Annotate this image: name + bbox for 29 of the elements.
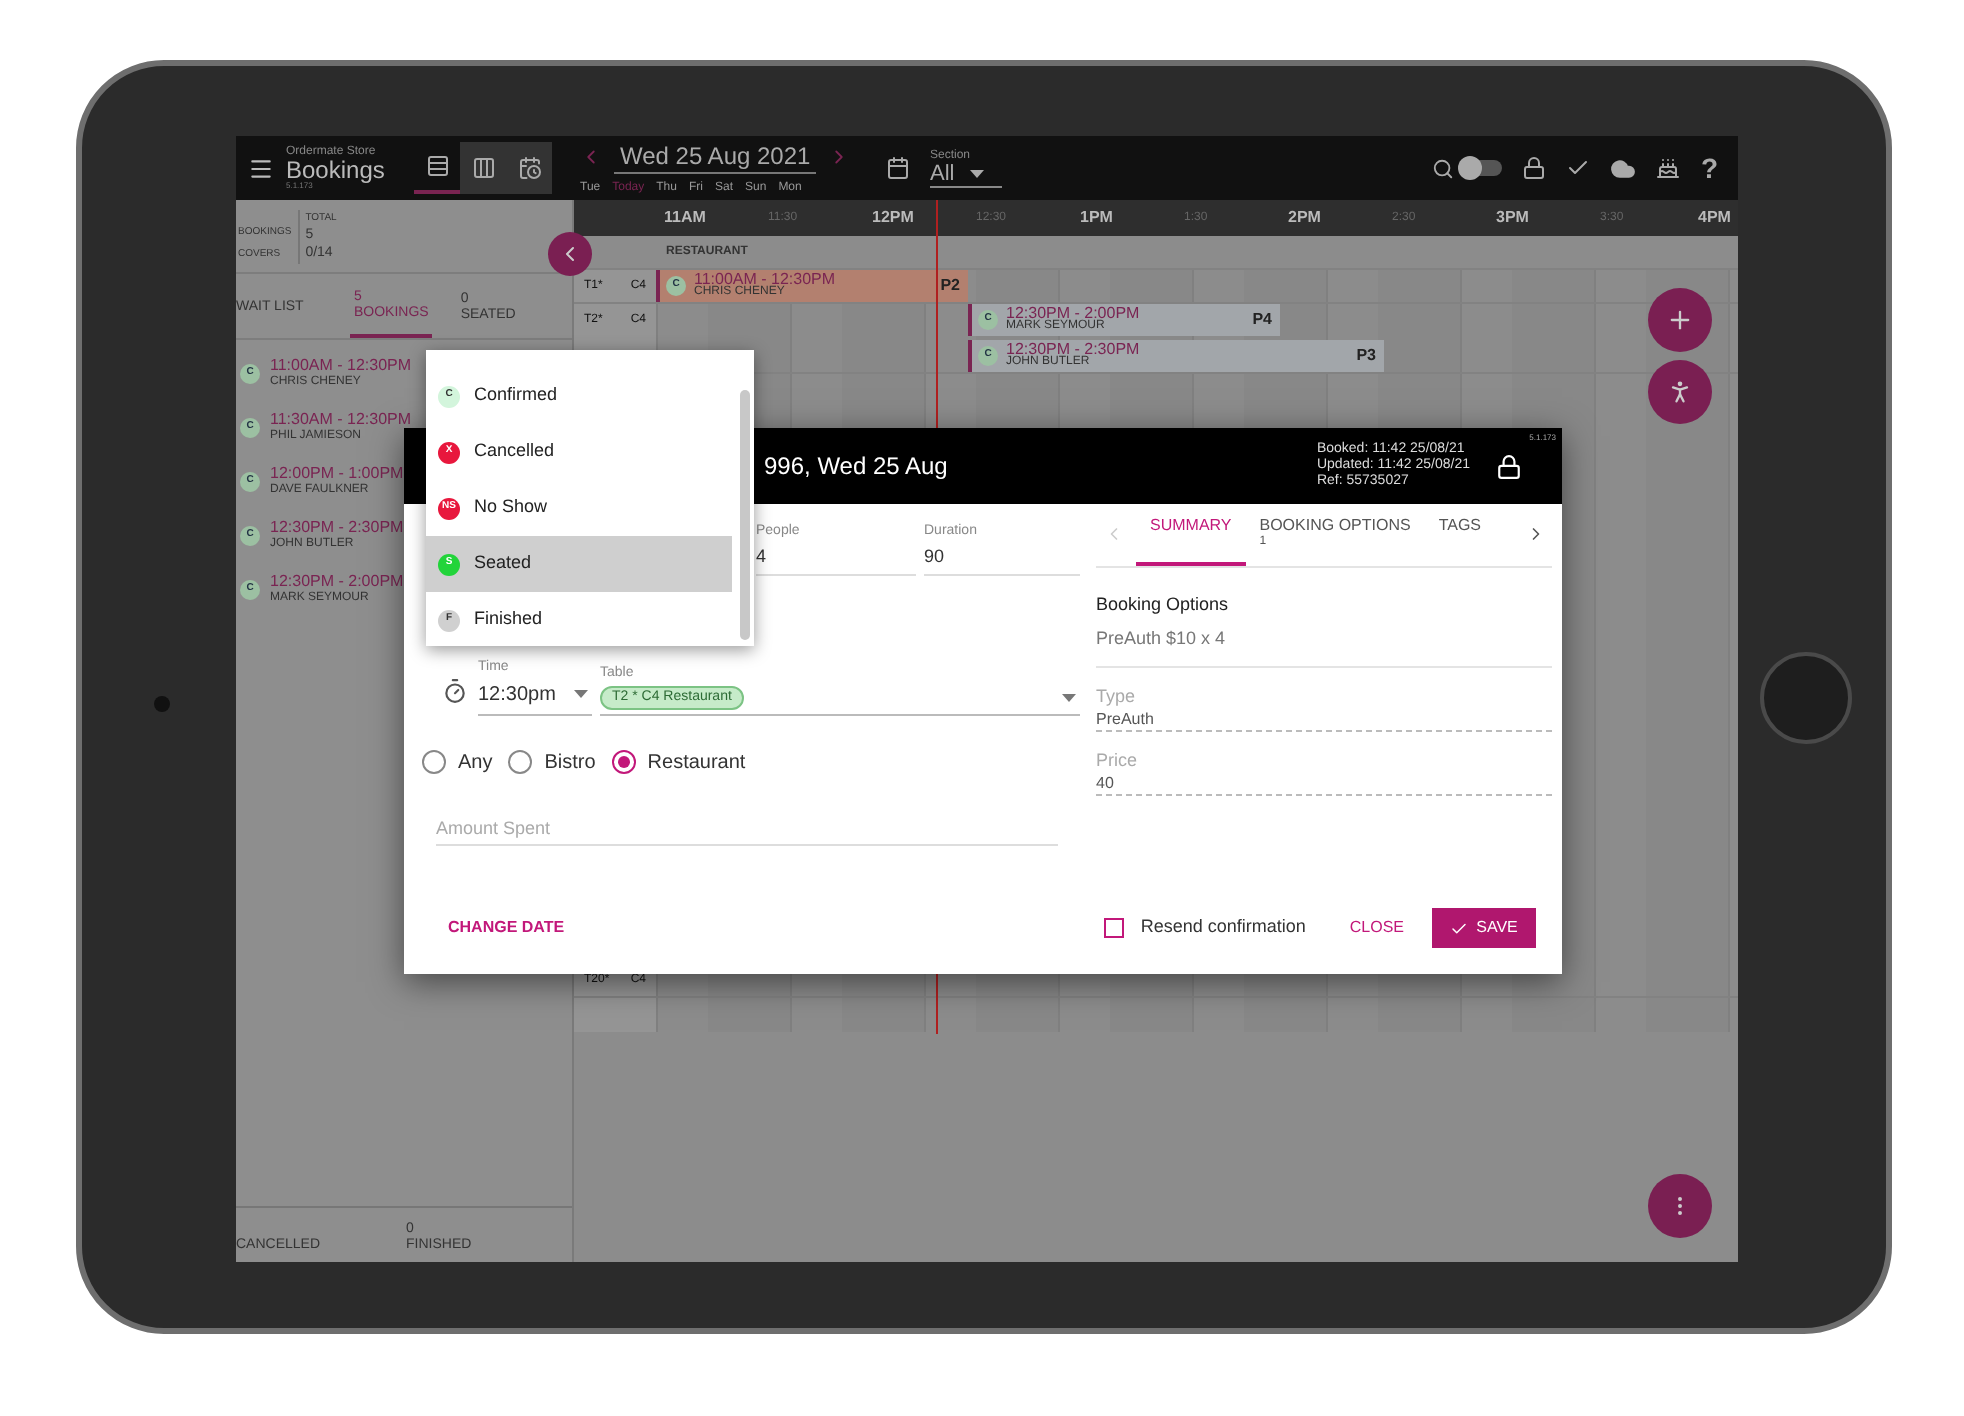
status-label: Confirmed <box>474 382 558 409</box>
time-label: 1PM <box>1080 206 1113 230</box>
dialog-title: 996, Wed 25 Aug <box>764 450 948 484</box>
detail-field: Price 40 <box>1096 750 1552 796</box>
time-label: 11AM <box>664 206 706 230</box>
booking-time: 11:00AM - 12:30PM <box>270 357 412 373</box>
party-size: P3 <box>1356 344 1376 368</box>
status-label: Finished <box>474 606 543 633</box>
booking-time: 11:30AM - 12:30PM <box>270 411 412 427</box>
booking-time: 12:30PM - 2:00PM <box>1006 306 1140 320</box>
status-label: Cancelled <box>474 438 555 465</box>
summary-text: PreAuth $10 x 4 <box>1096 625 1552 668</box>
app-title: Bookings <box>286 158 387 182</box>
booking-time: 12:30PM - 2:00PM <box>270 573 404 589</box>
time-label: 2PM <box>1288 206 1321 230</box>
date-label: Wed 25 Aug 2021 <box>614 141 817 173</box>
time-label: 4PM <box>1698 206 1731 230</box>
booking-time: 12:30PM - 2:30PM <box>1006 342 1140 356</box>
party-size: P4 <box>1252 308 1272 332</box>
status-label: No Show <box>474 494 548 521</box>
detail-field: Type PreAuth <box>1096 686 1552 732</box>
status-label: Seated <box>474 550 532 577</box>
booking-time: 11:00AM - 12:30PM <box>694 272 836 286</box>
party-size: P2 <box>940 274 960 298</box>
time-label: 3PM <box>1496 206 1529 230</box>
booking-time: 12:00PM - 1:00PM <box>270 465 404 481</box>
time-label: 12PM <box>872 206 914 230</box>
booking-time: 12:30PM - 2:30PM <box>270 519 404 535</box>
summary-heading: Booking Options <box>1096 592 1231 618</box>
